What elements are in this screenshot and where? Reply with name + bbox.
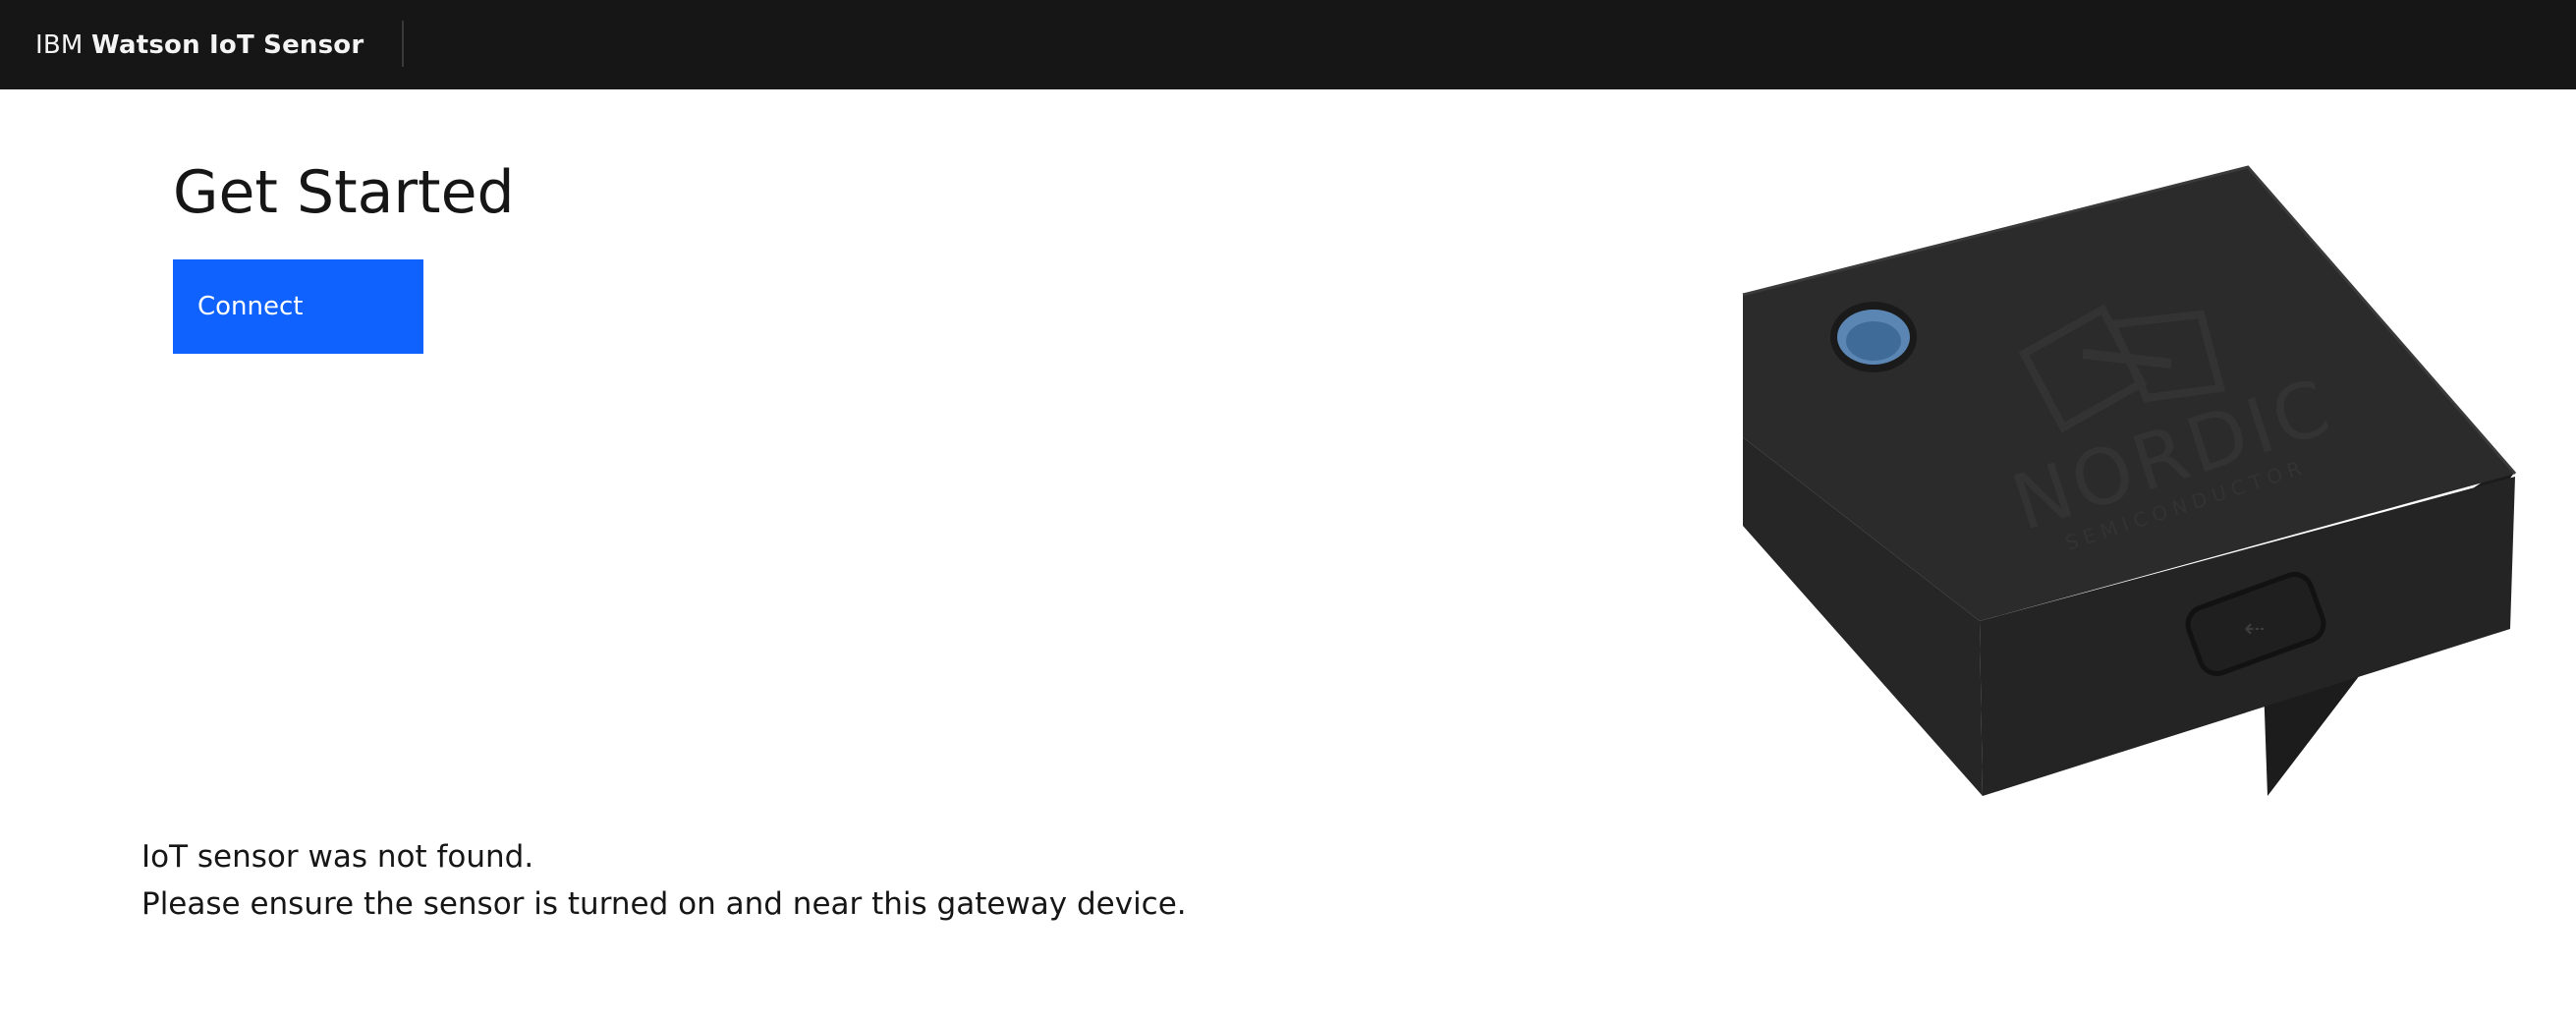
status-line-not-found: IoT sensor was not found.: [141, 839, 534, 875]
status-line-instructions: Please ensure the sensor is turned on an…: [141, 886, 1187, 922]
header-divider: [402, 21, 404, 67]
app-brand[interactable]: IBM Watson IoT Sensor: [35, 30, 364, 60]
sensor-device-image: NORDIC SEMICONDUCTOR ⇠: [1742, 165, 2517, 796]
page-title: Get Started: [173, 158, 515, 227]
usb-symbol-icon: ⇠: [2244, 614, 2266, 644]
connect-button[interactable]: Connect: [173, 259, 423, 354]
app-header: IBM Watson IoT Sensor: [0, 0, 2576, 89]
led-highlight: [1846, 321, 1901, 361]
brand-name: Watson IoT Sensor: [91, 29, 364, 60]
brand-prefix: IBM: [35, 29, 84, 60]
status-message: IoT sensor was not found. Please ensure …: [141, 833, 1187, 928]
